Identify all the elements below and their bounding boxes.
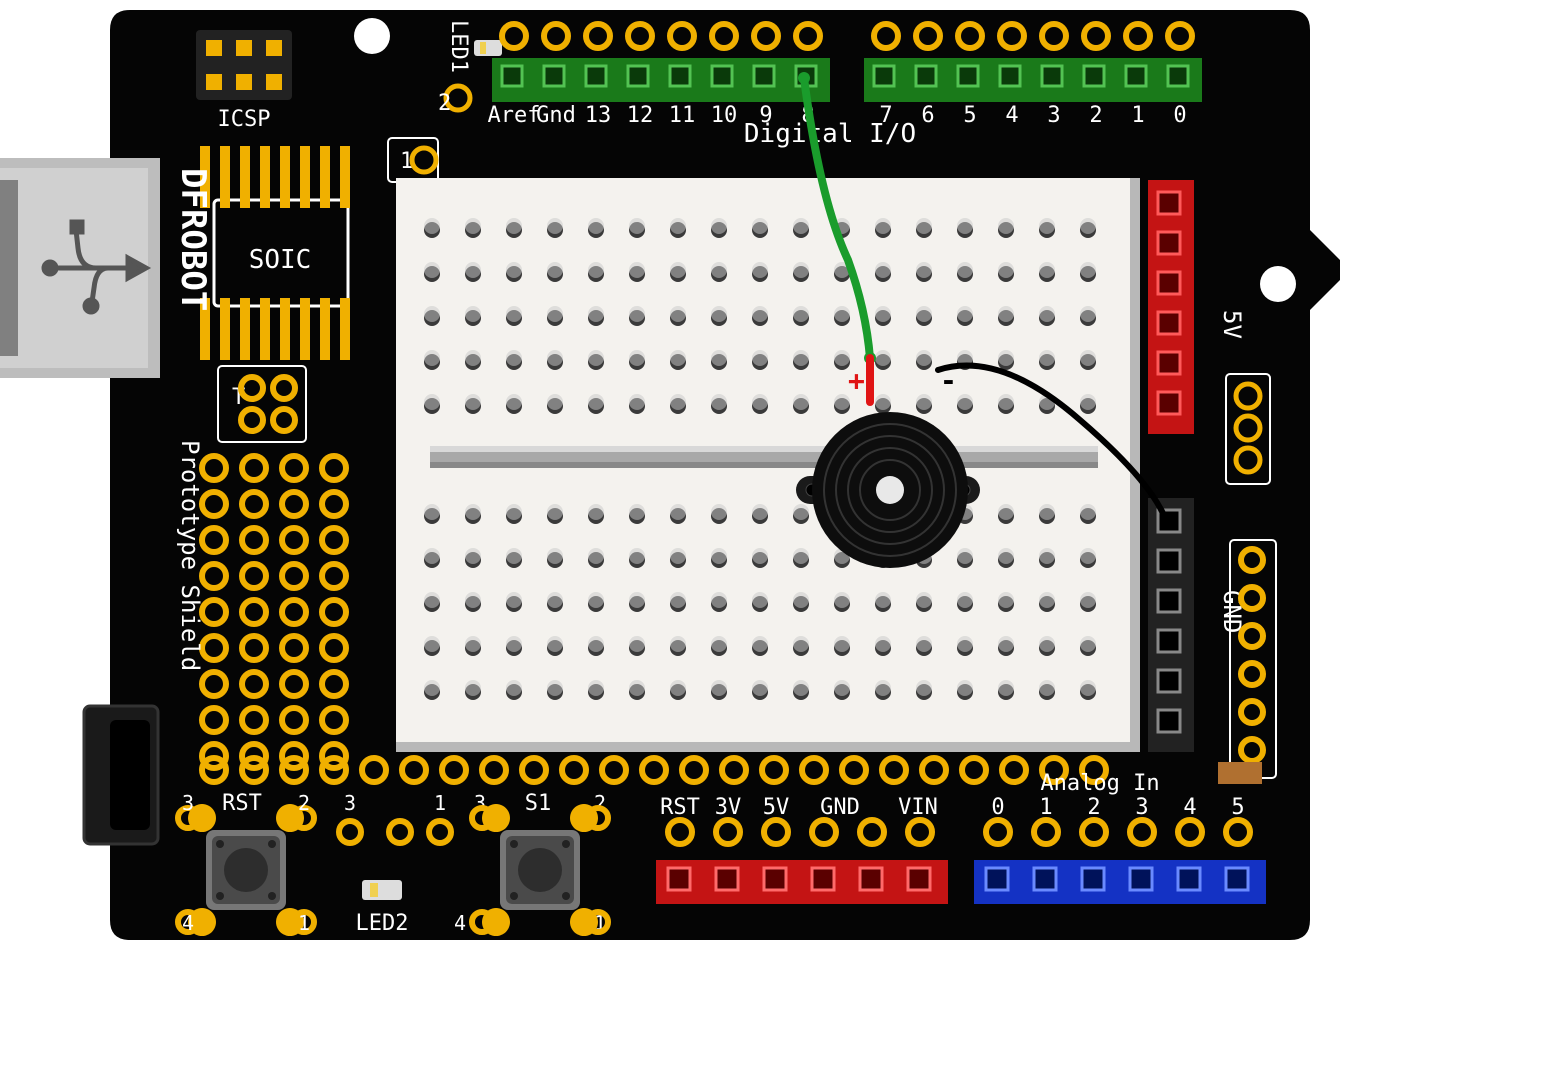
svg-text:0: 0 <box>1173 103 1186 128</box>
svg-text:RST: RST <box>660 795 700 820</box>
svg-text:5V: 5V <box>763 795 790 820</box>
svg-text:Gnd: Gnd <box>536 103 576 128</box>
svg-text:SOIC: SOIC <box>249 245 312 275</box>
led1-label: LED1 <box>446 20 471 73</box>
svg-text:5: 5 <box>963 103 976 128</box>
svg-text:0: 0 <box>991 795 1004 820</box>
brand-text: DFROBOT <box>173 168 213 311</box>
svg-text:5V: 5V <box>1218 310 1246 339</box>
svg-text:2: 2 <box>298 791 310 815</box>
buzzer-minus-label: - <box>940 364 957 397</box>
svg-text:VIN: VIN <box>898 795 938 820</box>
breadboard <box>396 178 1140 752</box>
svg-text:1: 1 <box>1131 103 1144 128</box>
svg-text:LED2: LED2 <box>356 911 409 936</box>
svg-text:S1: S1 <box>525 791 552 816</box>
svg-text:3: 3 <box>1135 795 1148 820</box>
digital-io-label: Digital I/O <box>744 119 916 149</box>
s1-button[interactable] <box>500 830 580 910</box>
buzzer-plus-label: + <box>848 364 865 397</box>
svg-text:4: 4 <box>182 911 194 935</box>
svg-text:4: 4 <box>1183 795 1196 820</box>
svg-text:1: 1 <box>434 791 446 815</box>
svg-text:4: 4 <box>454 911 466 935</box>
smd-cap <box>1218 762 1262 784</box>
rst-button[interactable] <box>206 830 286 910</box>
shield-diagram: ICSP LED1 2 ArefGnd131211109876543210 Di… <box>0 0 1542 1088</box>
icsp-text: ICSP <box>218 107 271 132</box>
led1 <box>474 40 502 56</box>
svg-text:12: 12 <box>627 103 654 128</box>
usb-port <box>0 158 160 378</box>
svg-text:GND: GND <box>820 795 860 820</box>
analog-label: Analog In <box>1040 771 1159 796</box>
svg-text:1: 1 <box>1039 795 1052 820</box>
svg-text:4: 4 <box>1005 103 1018 128</box>
svg-text:2: 2 <box>1089 103 1102 128</box>
svg-text:1: 1 <box>298 911 310 935</box>
svg-text:3: 3 <box>182 791 194 815</box>
svg-text:2: 2 <box>1087 795 1100 820</box>
svg-text:5: 5 <box>1231 795 1244 820</box>
svg-text:3V: 3V <box>715 795 742 820</box>
svg-text:2: 2 <box>438 91 451 116</box>
svg-text:3: 3 <box>344 791 356 815</box>
svg-text:10: 10 <box>711 103 738 128</box>
svg-text:Aref: Aref <box>488 103 541 128</box>
svg-text:RST: RST <box>222 791 262 816</box>
svg-text:6: 6 <box>921 103 934 128</box>
title-text: Prototype Shield <box>176 440 204 671</box>
svg-text:13: 13 <box>585 103 612 128</box>
svg-text:11: 11 <box>669 103 696 128</box>
svg-text:3: 3 <box>1047 103 1060 128</box>
